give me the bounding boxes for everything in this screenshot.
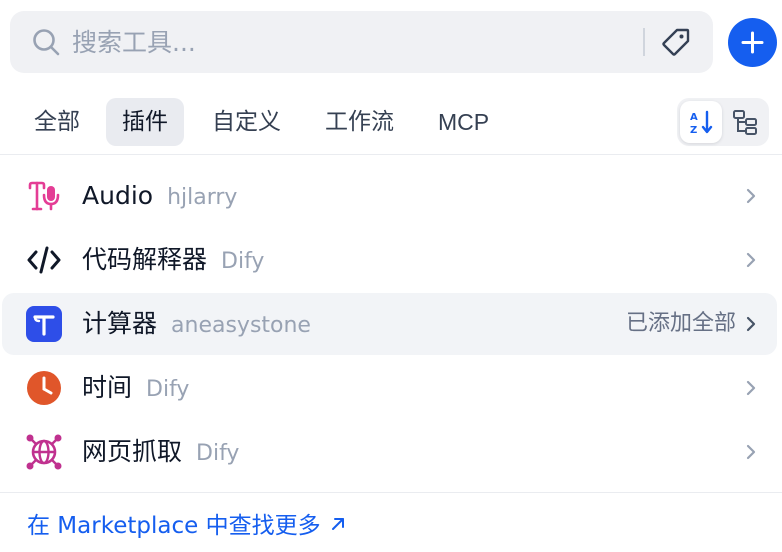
marketplace-link[interactable]: 在 Marketplace 中查找更多	[27, 506, 347, 546]
tool-name: 代码解释器 Dify	[82, 245, 265, 274]
web-scraper-icon	[26, 434, 62, 470]
search-divider	[643, 28, 645, 56]
add-tool-button[interactable]	[728, 18, 777, 67]
sort-az-button[interactable]: A Z	[680, 101, 722, 143]
plus-icon	[741, 31, 764, 54]
tool-author: Dify	[146, 377, 190, 402]
tool-row-audio[interactable]: Audio hjlarry	[2, 165, 777, 227]
search-icon	[33, 29, 60, 56]
footer-divider	[0, 492, 782, 493]
search-input[interactable]	[72, 11, 632, 73]
tool-row-code-interpreter[interactable]: 代码解释器 Dify	[2, 229, 777, 291]
chevron-right-icon	[746, 444, 756, 460]
tool-author: Dify	[221, 249, 265, 274]
tool-name: 网页抓取 Dify	[82, 437, 240, 466]
clock-icon	[27, 371, 61, 405]
added-all-status: 已添加全部	[625, 311, 736, 336]
tool-name: Audio hjlarry	[82, 181, 238, 210]
tree-view-button[interactable]	[724, 101, 766, 143]
audio-icon	[28, 181, 60, 211]
tool-row-web-scraper[interactable]: 网页抓取 Dify	[2, 421, 777, 483]
tab-mcp[interactable]: MCP	[422, 98, 505, 146]
tool-name: 时间 Dify	[82, 373, 190, 402]
tab-all[interactable]: 全部	[18, 98, 96, 146]
chevron-right-icon	[746, 252, 756, 268]
chevron-right-icon	[746, 380, 756, 396]
sort-alphabetical-icon: A Z	[690, 110, 713, 135]
external-link-icon	[331, 517, 344, 530]
svg-text:A: A	[690, 112, 698, 123]
view-toggle: A Z	[677, 98, 769, 146]
tool-author: aneasystone	[171, 313, 311, 338]
marketplace-link-label: 在 Marketplace 中查找更多	[27, 513, 321, 539]
chevron-right-icon	[746, 316, 756, 332]
tree-view-icon	[733, 110, 757, 135]
tab-plugins[interactable]: 插件	[106, 98, 184, 146]
chevron-right-icon	[746, 188, 756, 204]
code-icon	[27, 246, 61, 274]
tool-name: 计算器 aneasystone	[82, 309, 311, 338]
tab-custom[interactable]: 自定义	[196, 98, 297, 146]
tool-row-calculator[interactable]: 计算器 aneasystone 已添加全部	[2, 293, 777, 355]
tool-author: hjlarry	[167, 185, 238, 210]
tool-row-time[interactable]: 时间 Dify	[2, 357, 777, 419]
svg-text:Z: Z	[690, 125, 697, 135]
tab-workflow[interactable]: 工作流	[309, 98, 410, 146]
calculator-icon	[26, 306, 62, 342]
tag-filter-icon[interactable]	[660, 26, 692, 58]
tool-author: Dify	[196, 441, 240, 466]
tabs-divider	[0, 154, 782, 155]
